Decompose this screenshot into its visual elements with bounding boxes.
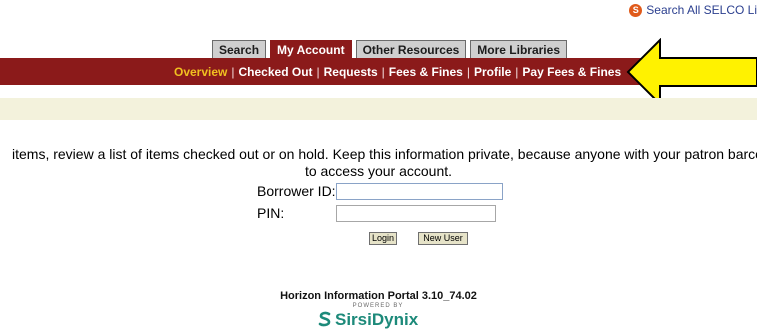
borrower-id-label: Borrower ID:: [257, 183, 336, 199]
tab-search[interactable]: Search: [212, 40, 267, 58]
subnav-requests[interactable]: Requests: [324, 65, 378, 79]
sirsidynix-logo: POWERED BY SirsiDynix: [313, 303, 443, 329]
account-subnav: Overview | Checked Out | Requests | Fees & Fin…: [174, 65, 621, 79]
login-button[interactable]: Login: [369, 232, 397, 245]
intro-line-1: items, review a list of items checked ou…: [12, 146, 757, 162]
pin-input[interactable]: [336, 205, 496, 222]
subnav-overview[interactable]: Overview: [174, 65, 227, 79]
borrower-id-input[interactable]: [336, 183, 503, 200]
subnav-profile[interactable]: Profile: [474, 65, 511, 79]
search-all-selco-link[interactable]: S Search All SELCO Li: [629, 3, 757, 17]
sirsidynix-wordmark: SirsiDynix: [335, 310, 419, 329]
yellow-arrow-annotation: [626, 38, 757, 106]
subnav-checked-out[interactable]: Checked Out: [239, 65, 313, 79]
powered-by-label: POWERED BY: [352, 303, 404, 309]
pin-label: PIN:: [257, 205, 285, 221]
tab-my-account[interactable]: My Account: [270, 40, 352, 58]
portal-version: Horizon Information Portal 3.10_74.02: [280, 290, 477, 302]
subnav-separator: |: [381, 65, 385, 79]
subnav-separator: |: [515, 65, 519, 79]
sirsidynix-mark-icon: [318, 311, 331, 327]
subnav-fees-fines[interactable]: Fees & Fines: [389, 65, 463, 79]
subnav-separator: |: [231, 65, 235, 79]
tab-more-libraries[interactable]: More Libraries: [470, 40, 567, 58]
subnav-separator: |: [466, 65, 470, 79]
selco-logo-icon: S: [629, 3, 643, 17]
search-all-selco-label: Search All SELCO Li: [646, 3, 757, 17]
main-tabs: Search My Account Other Resources More L…: [212, 40, 567, 58]
subnav-separator: |: [316, 65, 320, 79]
subnav-pay-fees-fines[interactable]: Pay Fees & Fines: [522, 65, 621, 79]
intro-line-2: to access your account.: [304, 163, 453, 179]
tab-other-resources[interactable]: Other Resources: [355, 40, 467, 58]
new-user-button[interactable]: New User: [418, 232, 468, 245]
message-band: [0, 98, 757, 120]
